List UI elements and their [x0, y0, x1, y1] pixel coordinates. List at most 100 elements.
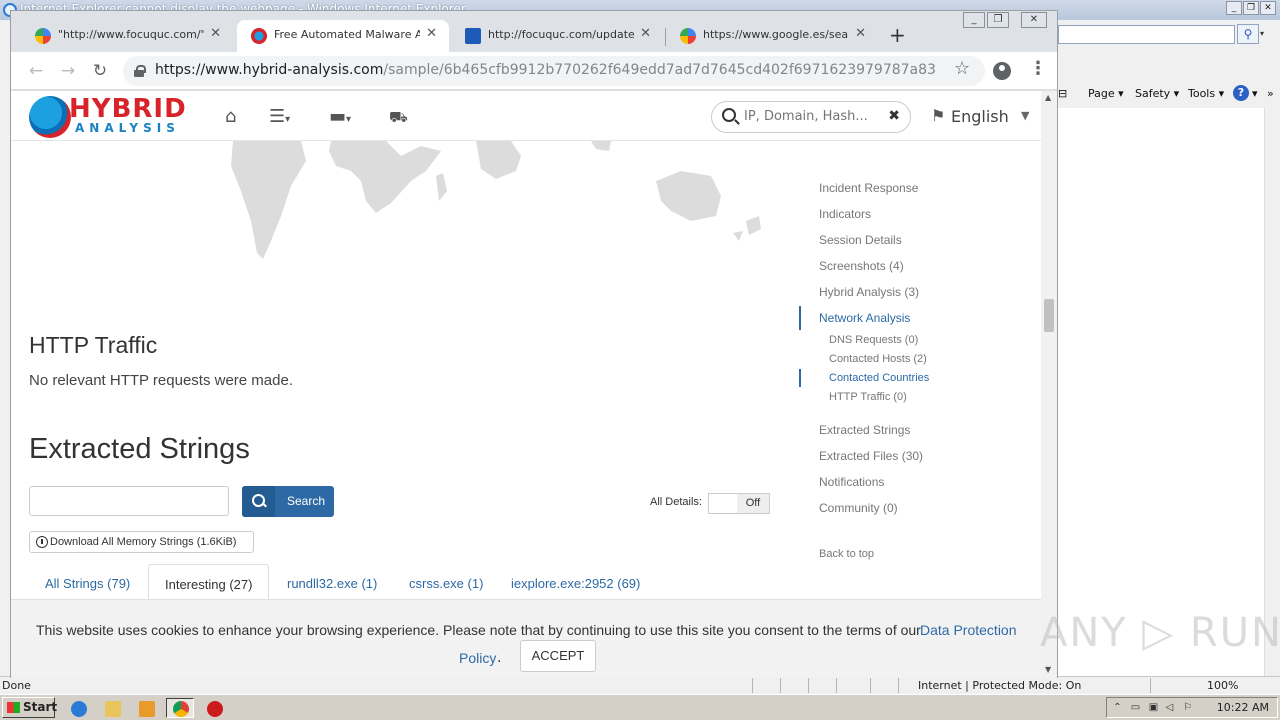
hybrid-icon [251, 28, 267, 44]
google-icon [680, 28, 696, 44]
nav-notifications[interactable]: Notifications [819, 475, 884, 489]
more-menu-icon[interactable]: ⋮ [1029, 58, 1047, 79]
close-tab-icon[interactable]: ✕ [640, 26, 651, 41]
tab-title: http://focuquc.com/update/?x [488, 28, 634, 41]
minimize-icon[interactable]: _ [963, 12, 985, 28]
nav-contacted-hosts[interactable]: Contacted Hosts (2) [829, 353, 927, 365]
tab-csrss[interactable]: csrss.exe (1) [393, 564, 499, 604]
nav-community[interactable]: Community (0) [819, 501, 898, 515]
help-icon[interactable]: ? [1233, 85, 1249, 101]
ie-tools-menu[interactable]: Tools ▾ [1188, 87, 1224, 100]
chevron-down-icon[interactable]: ▼ [1021, 109, 1029, 122]
cookie-banner: This website uses cookies to enhance you… [11, 599, 1041, 678]
flag-icon[interactable]: ⚑ [931, 106, 945, 125]
google-icon [35, 28, 51, 44]
back-icon[interactable]: ← [25, 60, 47, 82]
close-tab-icon[interactable]: ✕ [210, 26, 221, 41]
list-menu-icon[interactable]: ☰▾ [269, 106, 290, 127]
url-text[interactable]: https://www.hybrid-analysis.com/sample/6… [155, 62, 935, 78]
chrome-taskbar-icon[interactable] [166, 698, 194, 718]
chevron-right-icon[interactable]: » [1267, 87, 1274, 100]
restore-icon[interactable]: ❐ [1243, 1, 1259, 15]
close-icon[interactable]: ✕ [1260, 1, 1276, 15]
ie-search-icon[interactable]: ⚲ [1237, 24, 1259, 44]
flag-icon[interactable]: ⚐ [1181, 702, 1194, 714]
nav-incident-response[interactable]: Incident Response [819, 181, 918, 195]
accept-cookies-button[interactable]: ACCEPT [520, 640, 596, 672]
ie-taskbar-icon[interactable] [64, 698, 92, 718]
scroll-up-icon[interactable]: ▲ [1045, 93, 1051, 102]
page-scrollbar[interactable]: ▲ ▼ [1041, 91, 1057, 678]
nav-screenshots[interactable]: Screenshots (4) [819, 259, 904, 273]
tab-rundll32[interactable]: rundll32.exe (1) [271, 564, 393, 604]
chevron-down-icon[interactable]: ▾ [1260, 24, 1272, 44]
scroll-thumb[interactable] [1044, 299, 1054, 332]
tab-all-strings[interactable]: All Strings (79) [29, 564, 146, 604]
new-tab-icon[interactable]: + [889, 25, 906, 45]
home-icon[interactable]: ⌂ [225, 106, 236, 127]
tab-focuquc-update[interactable]: http://focuquc.com/update/?x ✕ [451, 20, 663, 52]
all-details-toggle[interactable]: Off [708, 493, 770, 514]
tab-google-search[interactable]: "http://www.focuquc.com/" - S ✕ [21, 20, 233, 52]
display-icon[interactable]: ▣ [1147, 702, 1160, 714]
nav-hybrid-analysis[interactable]: Hybrid Analysis (3) [819, 285, 919, 299]
nav-extracted-strings[interactable]: Extracted Strings [819, 423, 910, 437]
tab-interesting[interactable]: Interesting (27) [148, 564, 270, 604]
clear-icon[interactable]: ✖ [888, 108, 900, 124]
folder-taskbar-icon[interactable] [98, 698, 126, 718]
start-button[interactable]: Start [2, 697, 58, 718]
policy-link[interactable]: Policy [459, 650, 496, 666]
address-bar[interactable]: https://www.hybrid-analysis.com/sample/6… [123, 56, 985, 86]
opera-taskbar-icon[interactable] [200, 698, 228, 718]
clock[interactable]: 10:22 AM [1217, 701, 1269, 714]
scroll-down-icon[interactable]: ▼ [1045, 665, 1051, 674]
nav-dns-requests[interactable]: DNS Requests (0) [829, 334, 918, 346]
ie-scrollbar[interactable] [1264, 108, 1280, 676]
zoom-level[interactable]: 100% [1207, 679, 1238, 692]
download-strings-button[interactable]: Download All Memory Strings (1.6KiB) [29, 531, 254, 553]
hybrid-logo-icon[interactable] [29, 96, 71, 138]
ie-page-menu[interactable]: Page ▾ [1088, 87, 1124, 100]
restore-icon[interactable]: ❐ [987, 12, 1009, 28]
chevron-down-icon[interactable]: ▾ [1252, 87, 1258, 100]
tab-google-es[interactable]: https://www.google.es/search ✕ [666, 20, 878, 52]
data-protection-link[interactable]: Data Protection [920, 622, 1017, 638]
tab-hybrid-analysis[interactable]: Free Automated Malware Analy ✕ [237, 20, 449, 52]
search-icon [722, 108, 736, 122]
strings-filter-input[interactable] [29, 486, 229, 516]
network-icon[interactable]: ▭ [1129, 702, 1142, 714]
ie-search-box[interactable] [1058, 25, 1235, 44]
volume-icon[interactable]: ◁ [1163, 702, 1176, 714]
language-selector[interactable]: English [951, 107, 1009, 126]
bookmark-star-icon[interactable]: ☆ [954, 58, 970, 79]
nav-extracted-files[interactable]: Extracted Files (30) [819, 449, 923, 463]
nav-contacted-countries[interactable]: Contacted Countries [829, 372, 929, 384]
strings-search-button[interactable]: Search [242, 486, 334, 517]
tab-title: "http://www.focuquc.com/" - S [58, 28, 204, 41]
ie-safety-menu[interactable]: Safety ▾ [1135, 87, 1179, 100]
site-logo[interactable]: HYBRID ANALYSIS [69, 96, 187, 134]
close-tab-icon[interactable]: ✕ [855, 26, 866, 41]
cart-icon[interactable]: ⛟ [389, 108, 408, 128]
search-input[interactable] [744, 109, 874, 124]
minimize-icon[interactable]: _ [1226, 1, 1242, 15]
start-label: Start [23, 700, 58, 714]
nav-network-analysis[interactable]: Network Analysis [819, 311, 910, 325]
close-icon[interactable]: ✕ [1021, 12, 1047, 28]
tab-iexplore[interactable]: iexplore.exe:2952 (69) [495, 564, 656, 604]
nav-indicators[interactable]: Indicators [819, 207, 871, 221]
profile-icon[interactable] [993, 62, 1011, 80]
ie-menu-icon[interactable]: ⊟ [1058, 87, 1067, 100]
media-player-taskbar-icon[interactable] [132, 698, 160, 718]
chevron-up-icon[interactable]: ⌃ [1111, 702, 1124, 714]
back-to-top-link[interactable]: Back to top [819, 548, 874, 560]
close-tab-icon[interactable]: ✕ [426, 26, 437, 41]
download-icon [36, 536, 48, 548]
nav-http-traffic[interactable]: HTTP Traffic (0) [829, 391, 907, 403]
site-search[interactable]: ✖ [711, 101, 911, 133]
folder-menu-icon[interactable]: ▬▾ [329, 106, 351, 127]
forward-icon[interactable]: → [57, 60, 79, 82]
nav-session-details[interactable]: Session Details [819, 233, 902, 247]
reload-icon[interactable]: ↻ [89, 60, 111, 82]
ie-content-area [1058, 108, 1280, 676]
